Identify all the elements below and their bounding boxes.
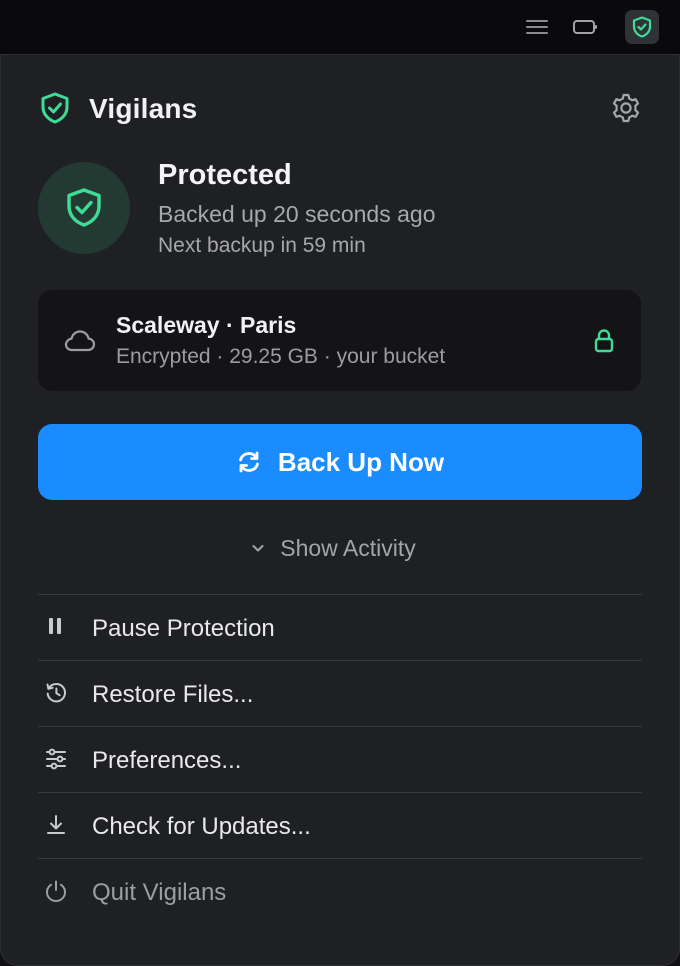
shield-check-icon[interactable] bbox=[625, 10, 659, 44]
pause-icon bbox=[49, 618, 61, 634]
menu-item-restore-files[interactable]: Restore Files... bbox=[38, 660, 642, 726]
app-name: Vigilans bbox=[89, 93, 198, 124]
chevron-down-icon bbox=[252, 545, 264, 552]
next-backup-text: Next backup in 59 min bbox=[158, 234, 366, 257]
menu-item-label: Quit Vigilans bbox=[92, 879, 227, 906]
show-activity-label: Show Activity bbox=[280, 534, 416, 561]
download-icon bbox=[47, 815, 65, 834]
battery-icon[interactable] bbox=[569, 10, 603, 44]
header: Vigilans bbox=[38, 90, 644, 130]
cloud-icon bbox=[64, 330, 96, 352]
clock-history-icon bbox=[46, 682, 67, 703]
lock-icon bbox=[594, 329, 614, 353]
menu-bar bbox=[0, 0, 680, 54]
status-title: Protected bbox=[158, 159, 292, 191]
back-up-now-label: Back Up Now bbox=[277, 446, 445, 477]
power-icon bbox=[45, 880, 67, 903]
menu-item-preferences[interactable]: Preferences... bbox=[38, 726, 642, 792]
gear-icon[interactable] bbox=[608, 90, 644, 126]
menu-item-label: Pause Protection bbox=[92, 615, 275, 642]
back-up-now-button[interactable]: Back Up Now bbox=[38, 424, 642, 500]
actions-menu: Pause Protection Restore Files... Prefer… bbox=[38, 594, 642, 924]
status-shield-badge bbox=[38, 162, 130, 254]
menu-item-pause-protection[interactable]: Pause Protection bbox=[38, 594, 642, 660]
menu-item-check-for-updates[interactable]: Check for Updates... bbox=[38, 792, 642, 858]
vigilans-popover: Vigilans Protected Backed up 20 seconds … bbox=[0, 54, 680, 966]
sync-icon bbox=[239, 451, 259, 473]
show-activity-toggle[interactable]: Show Activity bbox=[0, 532, 680, 564]
sliders-icon bbox=[46, 748, 66, 770]
menu-item-quit[interactable]: Quit Vigilans bbox=[38, 858, 642, 924]
shield-check-icon bbox=[67, 188, 101, 227]
last-backup-text: Backed up 20 seconds ago bbox=[158, 201, 436, 227]
vigilans-logo-icon bbox=[41, 92, 69, 124]
storage-location: Scaleway · Paris bbox=[116, 312, 297, 338]
storage-details: Encrypted · 29.25 GB · your bucket bbox=[116, 345, 446, 368]
menu-item-label: Restore Files... bbox=[92, 681, 254, 708]
menu-item-label: Check for Updates... bbox=[92, 813, 311, 840]
storage-card: Scaleway · Paris Encrypted · 29.25 GB · … bbox=[38, 290, 641, 391]
menu-lines-icon[interactable] bbox=[520, 10, 554, 44]
menu-item-label: Preferences... bbox=[92, 747, 242, 774]
